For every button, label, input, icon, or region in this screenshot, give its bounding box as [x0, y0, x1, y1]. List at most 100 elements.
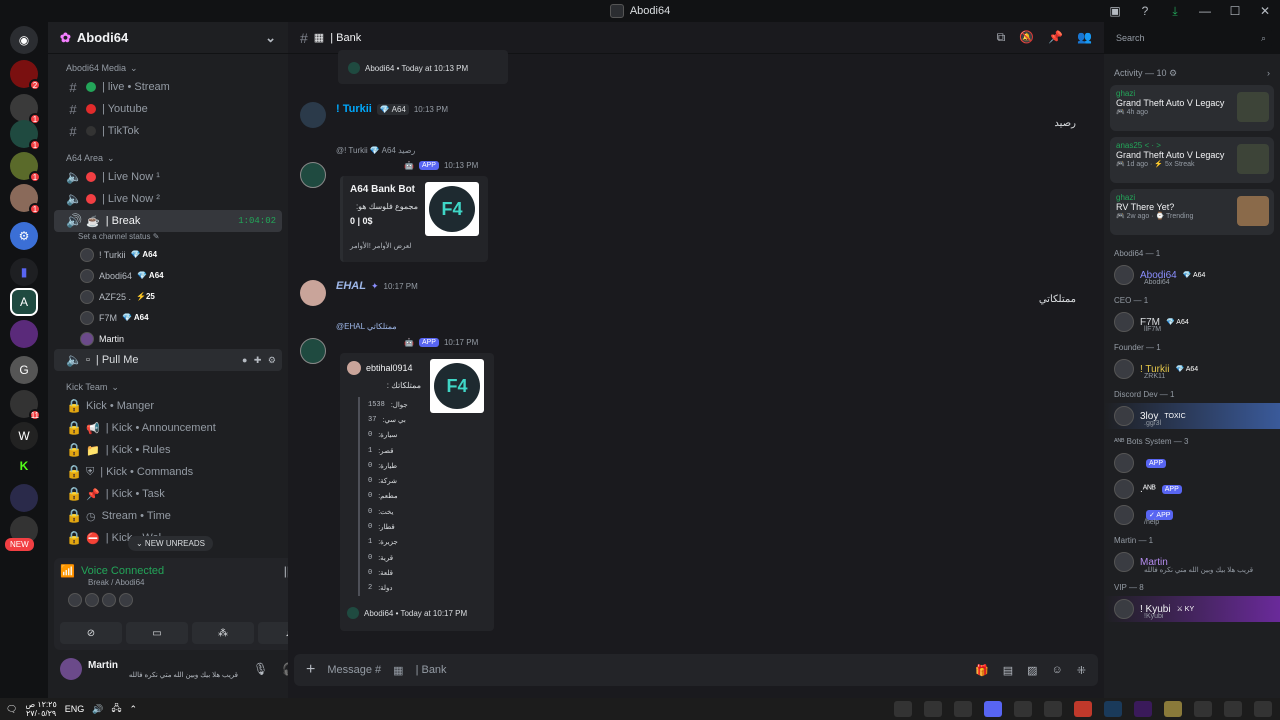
folder-icon[interactable]: ▮	[10, 258, 38, 286]
maximize-button[interactable]: ☐	[1220, 4, 1250, 18]
member-list-icon[interactable]: 👥	[1077, 30, 1092, 45]
after-effects-icon[interactable]	[1134, 701, 1152, 717]
voice-user[interactable]: ! Turkii 💎 A64	[48, 244, 288, 265]
language-indicator[interactable]: ENG	[65, 704, 85, 714]
emoji-icon[interactable]: ☺	[1052, 664, 1063, 677]
signal-icon[interactable]: 📶	[60, 564, 75, 578]
chrome-icon[interactable]	[1044, 701, 1062, 717]
activity-header[interactable]: Activity — 10 ⚙ ›	[1104, 54, 1280, 85]
category-area[interactable]: A64 Area ⌄	[48, 150, 288, 166]
search-input[interactable]: Search ⌕	[1110, 28, 1272, 48]
author-name[interactable]: EHAL	[336, 280, 366, 292]
channel-action-icons[interactable]: ● ✚ ⚙	[242, 355, 278, 366]
server-icon[interactable]	[10, 320, 38, 348]
app-icon[interactable]	[1224, 701, 1242, 717]
server-icon[interactable]: 1	[10, 120, 41, 151]
member-item[interactable]: F7M 💎 A64 llF7M	[1104, 309, 1280, 335]
app-icon[interactable]	[1074, 701, 1092, 717]
gift-icon[interactable]: 🎁	[975, 664, 989, 677]
activities-button[interactable]: ⁂	[192, 622, 254, 644]
member-item[interactable]: ! Kyubi ⚔ KY !Kyubi	[1104, 596, 1280, 622]
server-icon[interactable]	[10, 484, 38, 512]
voice-user[interactable]: Martin	[48, 328, 288, 349]
member-item[interactable]: APP	[1104, 450, 1280, 476]
start-icon[interactable]	[1254, 701, 1272, 717]
channel-stream-time[interactable]: 🔒 ◷ Stream • Time	[54, 505, 282, 527]
reply-reference[interactable]: @EHAL ممتلكاتي	[336, 322, 397, 331]
minimize-button[interactable]: —	[1190, 4, 1220, 18]
screen-share-button[interactable]: ▭	[126, 622, 188, 644]
sticker-icon[interactable]: ▨	[1027, 664, 1037, 677]
add-attachment-icon[interactable]: +	[306, 661, 315, 679]
app-icon[interactable]	[1014, 701, 1032, 717]
guild-header[interactable]: ✿ Abodi64 ⌄	[48, 22, 288, 54]
notifications-icon[interactable]: 🗨	[6, 704, 17, 715]
channel-kick-manger[interactable]: 🔒 Kick • Manger	[54, 395, 282, 417]
category-media[interactable]: Abodi64 Media ⌄	[48, 60, 288, 76]
volume-icon[interactable]: 🔊	[92, 704, 103, 715]
server-icon[interactable]: W	[10, 422, 38, 450]
download-icon[interactable]: ⤓	[1160, 4, 1190, 19]
channel-kick-announcement[interactable]: 🔒 📢 | Kick • Announcement	[54, 417, 282, 439]
category-kick[interactable]: Kick Team ⌄	[48, 379, 288, 395]
user-name[interactable]: Martin	[88, 660, 238, 671]
apps-icon[interactable]: ⁜	[1077, 664, 1086, 677]
channel-break[interactable]: 🔊 ☕ | Break 1:04:02	[54, 210, 282, 232]
mute-bell-icon[interactable]: 🔕	[1019, 30, 1034, 45]
app-icon[interactable]	[1194, 701, 1212, 717]
member-item[interactable]: 3loy TOXIC .gg/3l	[1104, 403, 1280, 429]
voice-user[interactable]: Abodi64 💎 A64	[48, 265, 288, 286]
channel-kick-commands[interactable]: 🔒 ⛨ | Kick • Commands	[54, 461, 282, 483]
microphone-icon[interactable]: 🎙	[253, 662, 268, 676]
channel-live-now-2[interactable]: 🔈 | Live Now ²	[54, 188, 282, 210]
new-servers-badge[interactable]: NEW	[5, 538, 34, 551]
bot-avatar[interactable]	[300, 162, 326, 188]
explorer-icon[interactable]	[1164, 701, 1182, 717]
pin-icon[interactable]: 📌	[1048, 30, 1063, 45]
activity-card[interactable]: ghazi Grand Theft Auto V Legacy 🎮 4h ago	[1110, 85, 1274, 131]
network-icon[interactable]: 🖧	[112, 701, 122, 717]
camera-off-button[interactable]: ⊘	[60, 622, 122, 644]
channel-pull-me[interactable]: 🔈 ▫ | Pull Me ● ✚ ⚙	[54, 349, 282, 371]
bot-avatar[interactable]	[300, 338, 326, 364]
member-item[interactable]: Abodi64 💎 A64 Abodi64	[1104, 262, 1280, 288]
channel-status-prompt[interactable]: Set a channel status ✎	[48, 232, 288, 244]
channel-youtube[interactable]: # | Youtube	[54, 98, 282, 120]
server-icon[interactable]: 1	[10, 184, 41, 215]
member-item[interactable]: ! Turkii 💎 A64 ZRK11	[1104, 356, 1280, 382]
member-item[interactable]: Martin قريب هلا بيك وبين الله متي نكره فا…	[1104, 549, 1280, 575]
kick-icon[interactable]: K	[10, 452, 38, 480]
server-icon-selected[interactable]: A	[10, 288, 38, 316]
inbox-icon[interactable]: ▣	[1100, 4, 1130, 18]
author-name[interactable]: ! Turkii	[336, 103, 372, 115]
channel-kick-task[interactable]: 🔒 📌 | Kick • Task	[54, 483, 282, 505]
steam-icon[interactable]	[954, 701, 972, 717]
channel-tiktok[interactable]: # | TikTok	[54, 120, 282, 142]
server-icon[interactable]: 11	[10, 390, 41, 421]
activity-card[interactable]: ghazi RV There Yet? 🎮 2w ago · ⌚ Trendin…	[1110, 189, 1274, 235]
avatar[interactable]	[300, 102, 326, 128]
server-icon[interactable]: 1	[10, 152, 41, 183]
activity-card[interactable]: anas25 < · > Grand Theft Auto V Legacy 🎮…	[1110, 137, 1274, 183]
server-icon[interactable]: 1	[10, 94, 41, 125]
discord-home-icon[interactable]: ◉	[10, 26, 38, 54]
voice-user[interactable]: AZF25 . ⚡25	[48, 286, 288, 307]
app-icon[interactable]	[1104, 701, 1122, 717]
member-item[interactable]: ✓ APP/help	[1104, 502, 1280, 528]
reply-reference[interactable]: @! Turkii 💎 A64 رصيد	[336, 146, 415, 155]
voice-status[interactable]: Voice Connected	[81, 565, 164, 577]
gif-icon[interactable]: ▤	[1003, 664, 1013, 677]
app-icon[interactable]	[894, 701, 912, 717]
message-composer[interactable]: + Message # ▦ | Bank 🎁 ▤ ▨ ☺ ⁜	[294, 654, 1098, 686]
clock[interactable]: ١٢:٢٥ ص ٢٧/٠٥/٢٩	[25, 700, 56, 718]
help-icon[interactable]: ?	[1130, 4, 1160, 18]
tray-overflow-icon[interactable]: ⌃	[130, 704, 138, 715]
server-icon[interactable]: 2	[10, 60, 41, 91]
avatar[interactable]	[60, 658, 82, 680]
member-item[interactable]: .ᴬᴺᴮ APP	[1104, 476, 1280, 502]
channel-live-now-1[interactable]: 🔈 | Live Now ¹	[54, 166, 282, 188]
app-icon[interactable]	[924, 701, 942, 717]
new-unreads-button[interactable]: ⌄ NEW UNREADS	[128, 536, 213, 551]
channel-live[interactable]: # | live • Stream	[54, 76, 282, 98]
server-icon[interactable]: ⚙	[10, 222, 38, 250]
